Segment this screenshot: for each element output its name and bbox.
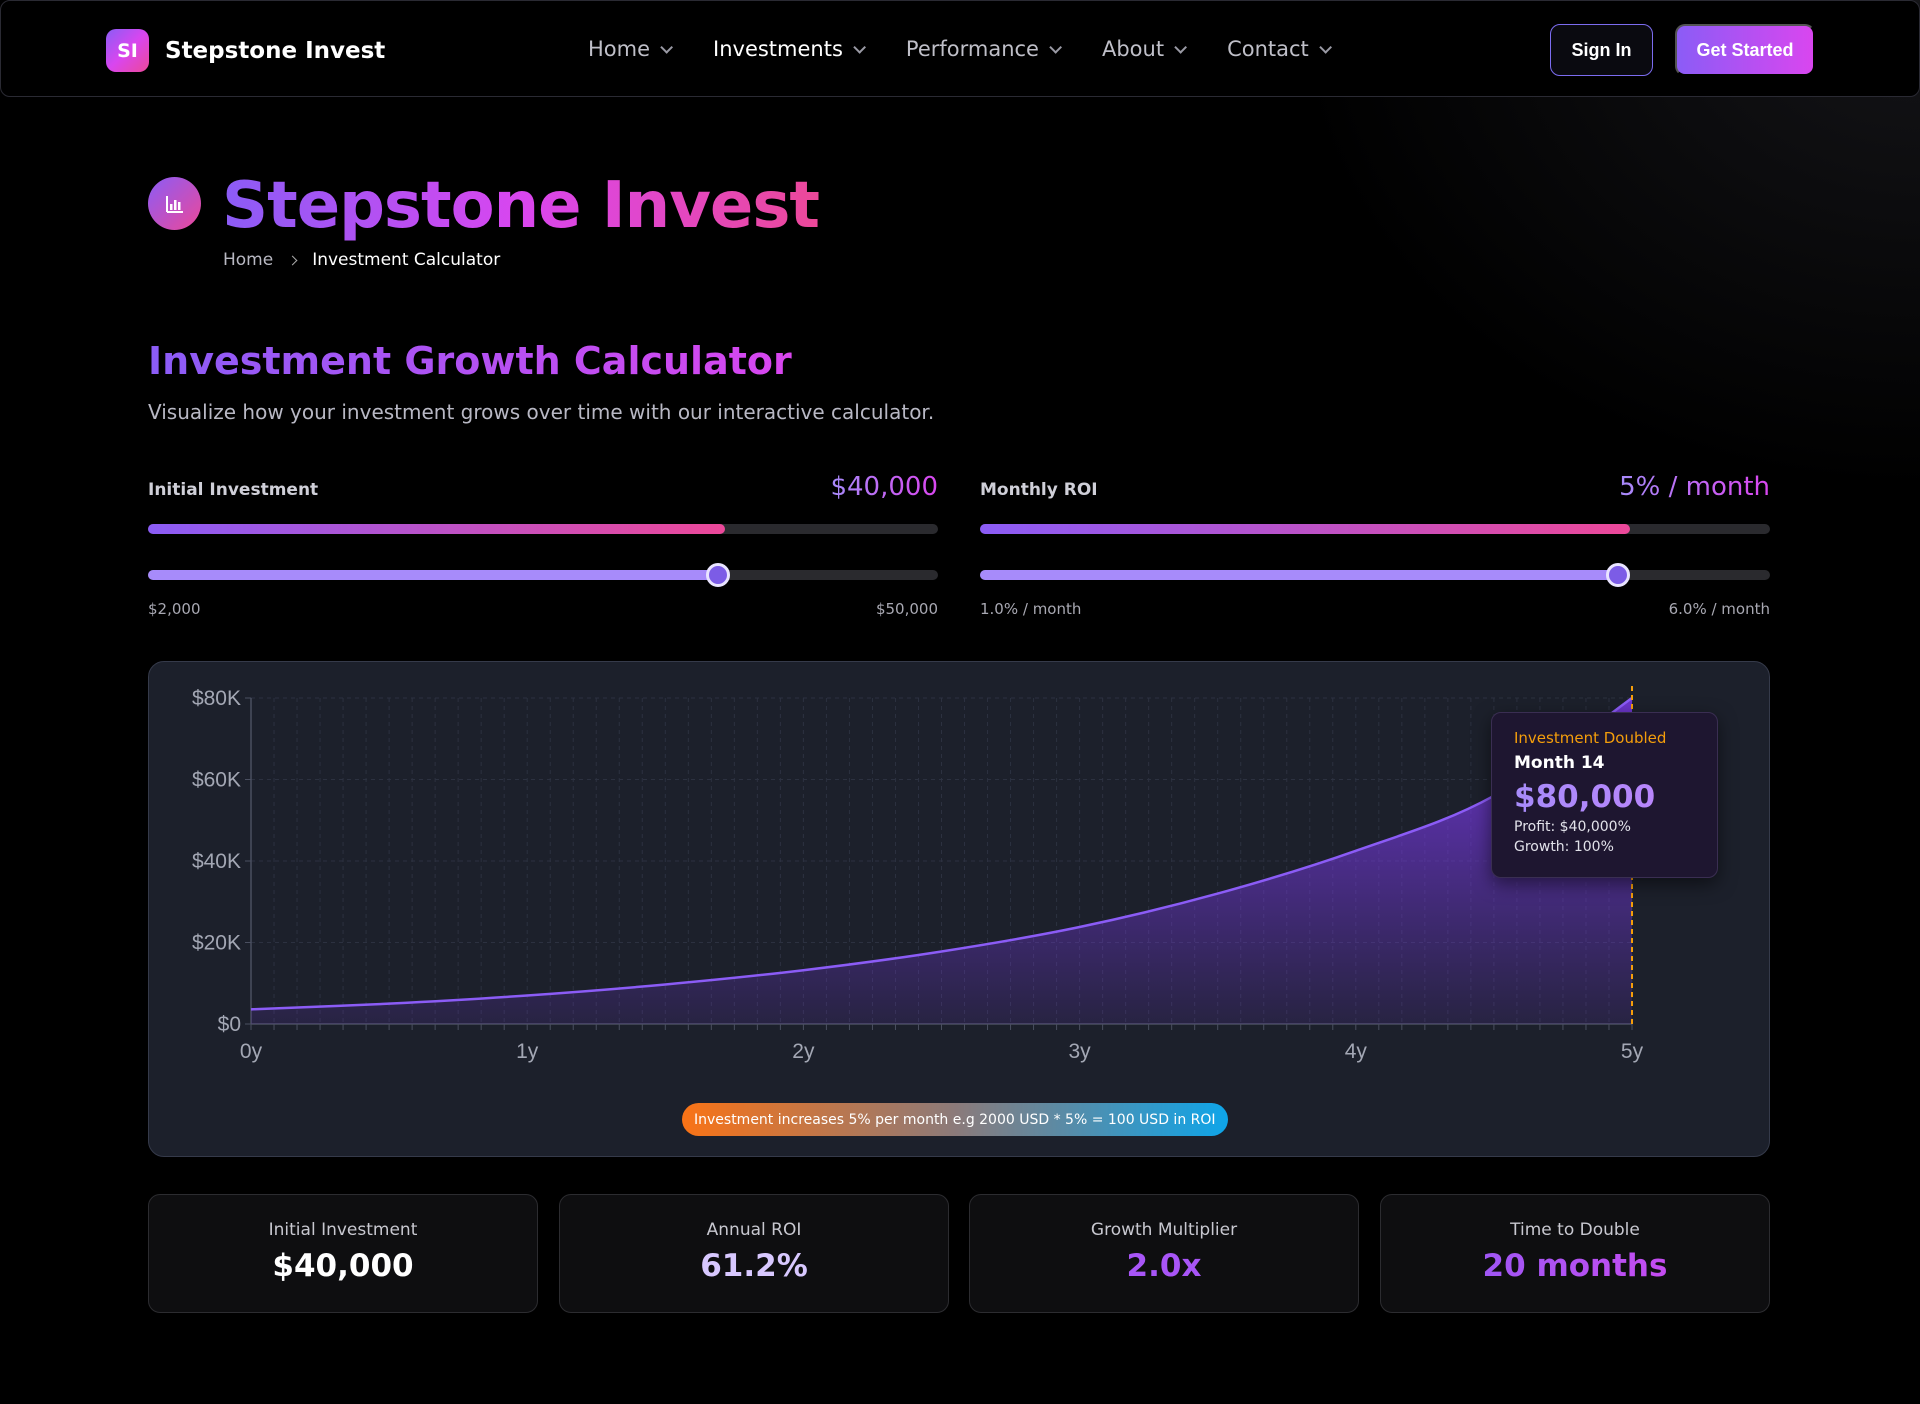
chevron-down-icon	[1174, 40, 1188, 54]
growth-chart-panel: $0 $20K $40K $60K $80K 0y 1y 2y 3y 4y 5y Investmen…	[148, 661, 1770, 1157]
tooltip-growth: Growth: 100%	[1514, 839, 1614, 855]
y-tick-label: $0	[218, 1013, 241, 1036]
x-tick-label: 1y	[516, 1040, 539, 1063]
slider-max-label: 6.0% / month	[1668, 600, 1770, 618]
x-tick-label: 0y	[240, 1040, 263, 1063]
brand-logo: SI	[106, 29, 149, 72]
slider-min-label: $2,000	[148, 600, 201, 618]
initial-investment-value: $40,000	[830, 472, 938, 502]
nav-item-label: About	[1101, 37, 1165, 61]
stat-value: 2.0x	[1126, 1248, 1202, 1284]
get-started-button[interactable]: Get Started	[1675, 24, 1815, 76]
calculator-subtitle: Visualize how your investment grows over…	[148, 400, 935, 424]
y-tick-label: $80K	[192, 687, 241, 710]
progress-fill	[148, 524, 725, 534]
stat-card-growth-multiplier: Growth Multiplier 2.0x	[969, 1194, 1359, 1313]
monthly-roi-progress-bar	[980, 524, 1770, 534]
nav-menu: Home Investments Performance About Conta…	[588, 37, 1332, 61]
monthly-roi-slider[interactable]	[980, 570, 1770, 580]
chevron-down-icon	[853, 40, 866, 54]
monthly-roi-control: Monthly ROI 5% / month 1.0% / month 6.0%…	[980, 470, 1770, 620]
slider-min-label: 1.0% / month	[980, 600, 1082, 618]
chevron-down-icon	[660, 40, 674, 54]
stat-card-annual-roi: Annual ROI 61.2%	[559, 1194, 949, 1313]
brand-name: Stepstone Invest	[165, 37, 386, 64]
nav-item-home[interactable]: Home	[588, 37, 674, 61]
tooltip-month: Month 14	[1514, 753, 1605, 773]
navbar: SI Stepstone Invest Home Investments Per…	[0, 0, 1920, 97]
stat-label: Time to Double	[1510, 1220, 1640, 1240]
nav-item-investments[interactable]: Investments	[713, 37, 866, 61]
x-tick-label: 2y	[792, 1040, 815, 1063]
chevron-right-icon	[287, 255, 298, 265]
stat-label: Initial Investment	[268, 1220, 418, 1240]
nav-item-performance[interactable]: Performance	[905, 37, 1062, 61]
stat-card-time-to-double: Time to Double 20 months	[1380, 1194, 1770, 1313]
brand[interactable]: SI Stepstone Invest	[106, 29, 385, 72]
tooltip-label: Investment Doubled	[1514, 729, 1667, 747]
y-tick-label: $40K	[192, 850, 241, 873]
chevron-down-icon	[1319, 40, 1332, 54]
calculator-title: Investment Growth Calculator	[148, 339, 792, 383]
breadcrumb: Home Investment Calculator	[223, 250, 500, 270]
progress-fill	[980, 524, 1631, 534]
y-tick-label: $20K	[192, 932, 241, 955]
initial-investment-slider[interactable]	[148, 570, 938, 580]
x-tick-label: 4y	[1345, 1040, 1368, 1063]
stat-label: Growth Multiplier	[1090, 1220, 1238, 1240]
breadcrumb-current: Investment Calculator	[312, 250, 501, 270]
bar-chart-icon	[148, 177, 201, 230]
monthly-roi-slider-thumb[interactable]	[1606, 563, 1631, 587]
stat-label: Annual ROI	[706, 1220, 802, 1240]
stat-value: $40,000	[272, 1248, 414, 1284]
y-tick-label: $60K	[192, 769, 241, 792]
nav-item-about[interactable]: About	[1101, 37, 1188, 61]
nav-item-label: Contact	[1227, 37, 1309, 61]
slider-fill	[148, 570, 719, 580]
initial-investment-progress-bar	[148, 524, 938, 534]
initial-investment-control: Initial Investment $40,000 $2,000 $50,00…	[148, 470, 938, 620]
monthly-roi-label: Monthly ROI	[980, 480, 1098, 500]
tooltip-profit: Profit: $40,000%	[1514, 819, 1631, 835]
nav-item-label: Home	[588, 37, 651, 61]
x-tick-label: 3y	[1069, 1040, 1092, 1063]
chevron-down-icon	[1049, 40, 1062, 54]
nav-item-contact[interactable]: Contact	[1227, 37, 1332, 61]
stat-value: 20 months	[1381, 1248, 1769, 1284]
initial-investment-slider-thumb[interactable]	[706, 563, 731, 587]
sign-in-button[interactable]: Sign In	[1550, 24, 1653, 76]
slider-fill	[980, 570, 1619, 580]
stat-value: 61.2%	[700, 1248, 808, 1284]
slider-max-label: $50,000	[875, 600, 938, 618]
page-title: Stepstone Invest	[222, 169, 820, 243]
chart-tooltip: Investment Doubled Month 14 $80,000 Prof…	[1491, 712, 1718, 878]
x-tick-label: 5y	[1621, 1040, 1644, 1063]
stat-card-initial-investment: Initial Investment $40,000	[148, 1194, 538, 1313]
initial-investment-label: Initial Investment	[148, 480, 319, 500]
chart-note-badge: Investment increases 5% per month e.g 20…	[682, 1103, 1228, 1136]
monthly-roi-value: 5% / month	[1619, 472, 1770, 502]
nav-item-label: Performance	[905, 37, 1039, 61]
nav-item-label: Investments	[713, 37, 843, 61]
breadcrumb-home[interactable]: Home	[223, 250, 273, 270]
tooltip-value: $80,000	[1514, 779, 1717, 815]
